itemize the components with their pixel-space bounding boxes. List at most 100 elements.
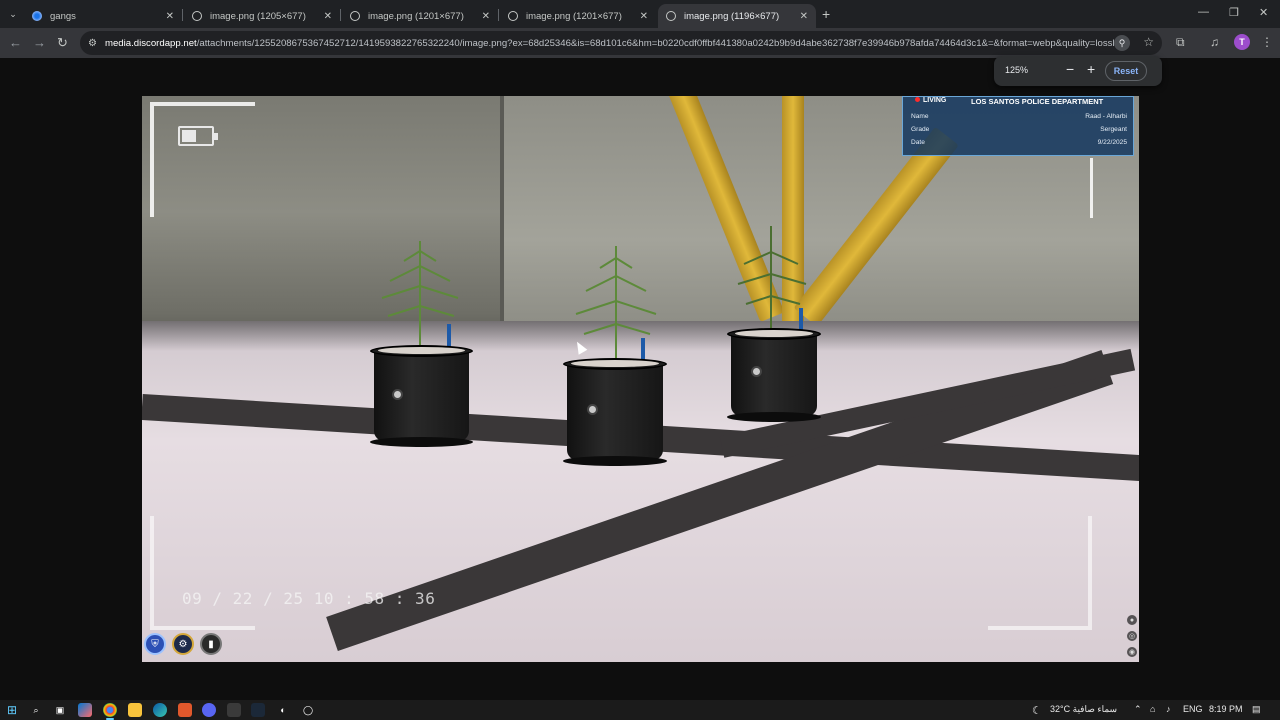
recording-dot-icon: [915, 97, 920, 102]
close-icon[interactable]: ✕: [482, 11, 490, 22]
pot-base: [727, 412, 821, 422]
close-icon[interactable]: ✕: [640, 11, 648, 22]
status-text: LIVING: [923, 97, 947, 104]
url-path: /attachments/1255208675367452712/1419593…: [196, 37, 1117, 49]
edge-icon[interactable]: [153, 703, 167, 717]
media-controls-icon[interactable]: ♫: [1210, 35, 1219, 49]
clock[interactable]: 8:19 PM: [1209, 704, 1243, 714]
globe-icon: [192, 11, 202, 21]
copilot-icon[interactable]: [78, 703, 92, 717]
scene-wall-seam: [500, 96, 504, 346]
tab-title: image.png (1201×677): [368, 10, 464, 22]
address-bar[interactable]: ⚙ media.discordapp.net/attachments/12552…: [80, 31, 1162, 55]
restore-icon[interactable]: ❐: [1229, 6, 1239, 19]
zoom-icon[interactable]: ⚲: [1114, 35, 1130, 51]
status-badge: LIVING: [915, 97, 946, 104]
task-view-icon[interactable]: ▣: [53, 703, 67, 717]
windows-start-icon[interactable]: ⊞: [5, 703, 19, 717]
chrome-icon[interactable]: [103, 703, 117, 720]
tab-image-1[interactable]: image.png (1205×677) ✕: [184, 4, 340, 28]
pot-base: [370, 437, 473, 447]
language-indicator[interactable]: ENG: [1183, 704, 1203, 714]
plant-pot: [563, 358, 667, 466]
zoom-popup: 125% − + Reset: [994, 56, 1162, 86]
hud-label: Name: [911, 113, 929, 120]
forward-icon[interactable]: →: [33, 35, 46, 50]
close-icon[interactable]: ✕: [166, 11, 174, 22]
tab-image-4-active[interactable]: image.png (1196×677) ✕: [658, 4, 816, 28]
browser-toolbar: ← → ↻ ⚙ media.discordapp.net/attachments…: [0, 28, 1280, 58]
new-tab-icon[interactable]: +: [822, 6, 830, 22]
tab-search-icon[interactable]: ⌄: [4, 5, 22, 23]
file-explorer-icon[interactable]: [128, 703, 142, 717]
pot-soil: [735, 330, 813, 337]
plant-pot: [370, 345, 473, 447]
volume-icon[interactable]: ♪: [1166, 704, 1171, 714]
bookmark-star-icon[interactable]: ☆: [1143, 35, 1154, 49]
menu-icon[interactable]: ⋮: [1261, 35, 1273, 49]
pot-knob: [392, 389, 403, 400]
close-window-icon[interactable]: ✕: [1259, 6, 1268, 19]
globe-icon: [350, 11, 360, 21]
discord-icon[interactable]: [202, 703, 216, 717]
hud-row-name: Name Raad - Alharbi: [911, 113, 1127, 120]
tab-separator: [498, 9, 499, 21]
zoom-out-button[interactable]: −: [1066, 61, 1074, 77]
tab-image-3[interactable]: image.png (1201×677) ✕: [500, 4, 656, 28]
network-icon[interactable]: ⌂: [1150, 704, 1155, 714]
image-viewer[interactable]: LIVING LOS SANTOS POLICE DEPARTMENT Name…: [142, 96, 1139, 662]
wrench-icon: ⚙: [172, 633, 194, 655]
tab-title: image.png (1201×677): [526, 10, 622, 22]
site-info-icon[interactable]: ⚙: [88, 38, 97, 49]
viewfinder-corner-tr: [1090, 158, 1094, 218]
notification-icon[interactable]: ▤: [1252, 704, 1261, 715]
pot-knob: [587, 404, 598, 415]
tab-separator: [340, 9, 341, 21]
tab-image-2[interactable]: image.png (1201×677) ✕: [342, 4, 498, 28]
globe-icon: [508, 11, 518, 21]
app-icon[interactable]: ◯: [301, 703, 315, 717]
zoom-in-button[interactable]: +: [1087, 61, 1095, 77]
url-text[interactable]: media.discordapp.net/attachments/1255208…: [105, 38, 1117, 49]
mic-icon: ●: [1127, 615, 1137, 625]
back-icon[interactable]: ←: [9, 35, 22, 50]
extensions-icon[interactable]: ⧉: [1176, 35, 1185, 50]
battery-small-icon: ▮: [200, 633, 222, 655]
pot-base: [563, 456, 667, 466]
avatar[interactable]: T: [1234, 34, 1250, 50]
hud-value: 9/22/2025: [1097, 139, 1127, 146]
plant: [381, 241, 459, 356]
hud-row-date: Date 9/22/2025: [911, 139, 1127, 146]
chevron-up-icon[interactable]: ⌃: [1134, 704, 1142, 715]
bodycam-id-panel: LIVING LOS SANTOS POLICE DEPARTMENT Name…: [902, 96, 1134, 156]
app-icon[interactable]: [227, 703, 241, 717]
zoom-reset-button[interactable]: Reset: [1105, 61, 1147, 81]
tab-title: gangs: [50, 10, 76, 22]
tab-separator: [182, 9, 183, 21]
viewfinder-corner-tl: [150, 102, 255, 217]
hud-value: Sergeant: [1100, 126, 1127, 133]
tab-title: image.png (1196×677): [684, 10, 780, 22]
viewfinder-corner-bl: [150, 516, 255, 630]
viewfinder-corner-br: [988, 516, 1092, 630]
app-icon[interactable]: [178, 703, 192, 717]
search-icon[interactable]: ⌕: [29, 703, 43, 717]
reload-icon[interactable]: ↻: [57, 35, 68, 51]
weather-text[interactable]: 32°C سماء صافية: [1050, 704, 1117, 715]
pot-soil: [378, 347, 465, 354]
taskbar: ⊞ ⌕ ▣ ◐ ◯ ☾ 32°C سماء صافية ⌃ ⌂ ♪ ENG 8:…: [0, 700, 1280, 720]
hud-row-grade: Grade Sergeant: [911, 126, 1127, 133]
gps-icon: ◉: [1127, 647, 1137, 657]
pot-knob: [751, 366, 762, 377]
pot-soil: [571, 360, 659, 367]
hud-label: Date: [911, 139, 925, 146]
shield-icon: ⛨: [144, 633, 166, 655]
close-icon[interactable]: ✕: [324, 11, 332, 22]
app-icon[interactable]: ◐: [276, 703, 290, 717]
close-icon[interactable]: ✕: [800, 11, 808, 22]
tab-title: image.png (1205×677): [210, 10, 306, 22]
minimize-icon[interactable]: —: [1198, 6, 1209, 18]
tab-gangs[interactable]: gangs ✕: [24, 4, 182, 28]
url-host: media.discordapp.net: [104, 37, 197, 49]
steam-icon[interactable]: [251, 703, 265, 717]
